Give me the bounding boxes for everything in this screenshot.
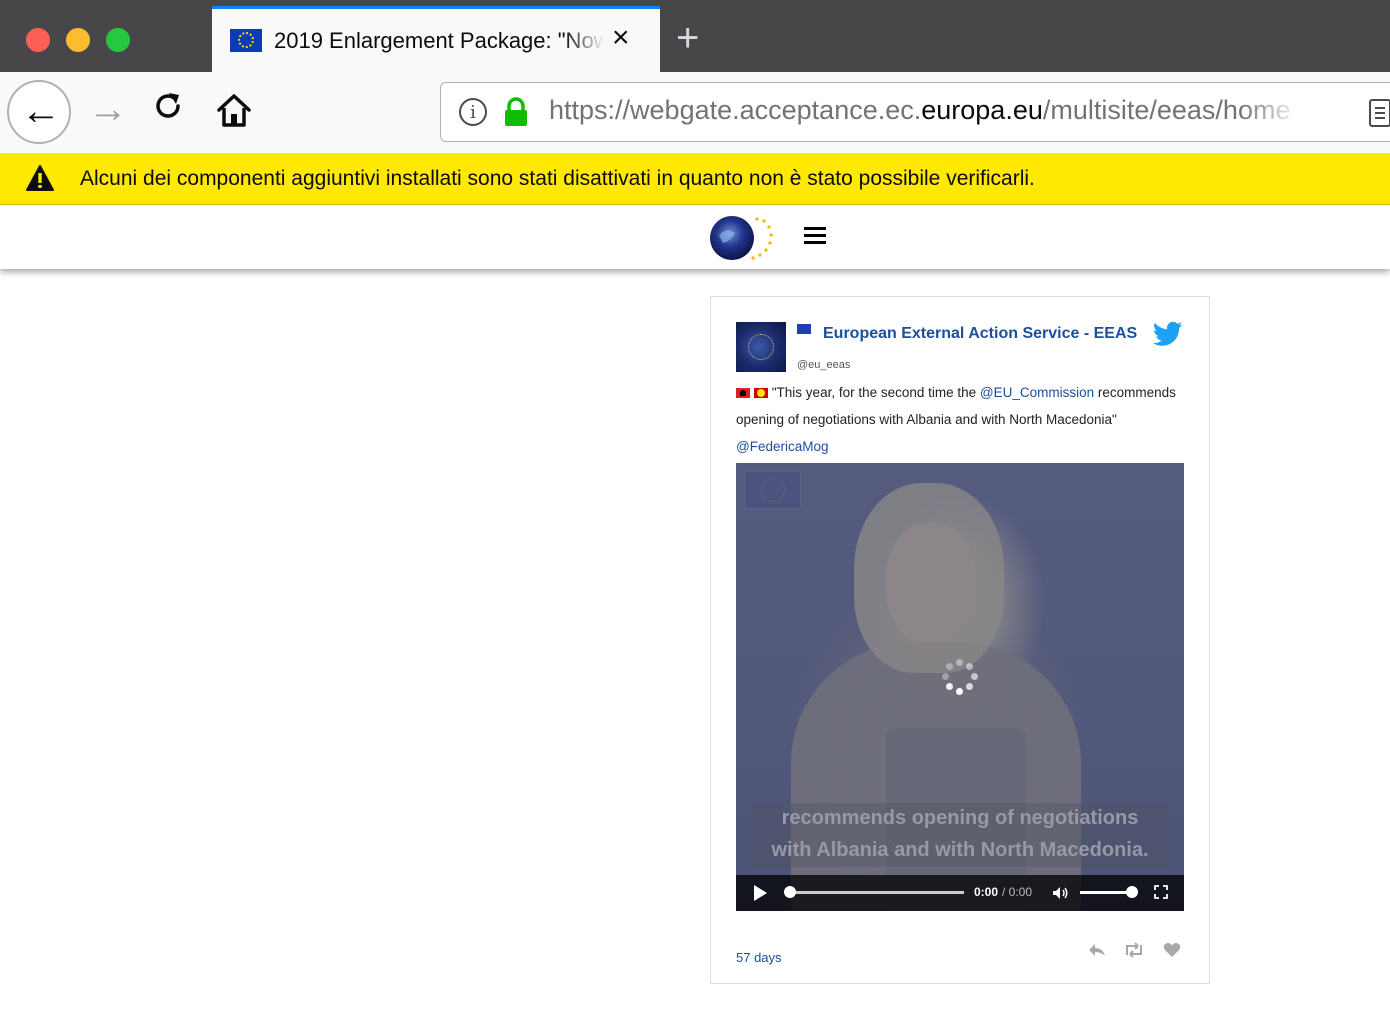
progress-scrubber[interactable] xyxy=(784,886,796,898)
info-icon[interactable]: i xyxy=(459,98,487,126)
loading-spinner-icon xyxy=(942,659,978,695)
video-subtitle-line1: recommends opening of negotiations xyxy=(781,807,1139,829)
tweet-handle[interactable]: @eu_eeas xyxy=(797,359,850,371)
notification-bar: Alcuni dei componenti aggiuntivi install… xyxy=(0,154,1390,205)
navigation-toolbar: ← → i https://webgate.acceptance.ec.euro… xyxy=(0,72,1390,154)
arrow-left-icon: ← xyxy=(21,89,61,133)
reload-button[interactable] xyxy=(150,88,186,129)
home-icon xyxy=(217,94,251,127)
reply-icon[interactable] xyxy=(1087,942,1107,963)
play-icon[interactable] xyxy=(754,885,767,901)
new-tab-button[interactable]: + xyxy=(676,18,699,58)
avatar[interactable] xyxy=(736,322,786,372)
current-time: 0:00 xyxy=(974,885,999,899)
north-macedonia-flag-icon xyxy=(753,388,768,399)
tweet-text-part1: "This year, for the second time the xyxy=(771,385,980,400)
mention-eu-commission-link[interactable]: @EU_Commission xyxy=(980,385,1094,400)
url-bar[interactable]: i https://webgate.acceptance.ec.europa.e… xyxy=(440,82,1390,142)
url-domain: europa.eu xyxy=(921,95,1043,125)
video-controls: 0:00 / 0:00 xyxy=(736,875,1184,911)
minimize-window-button[interactable] xyxy=(66,28,90,52)
zoom-window-button[interactable] xyxy=(106,28,130,52)
url-suffix: /multisite/eeas/home xyxy=(1042,95,1291,125)
mention-federicamog-link[interactable]: @FedericaMog xyxy=(736,439,829,454)
home-button[interactable] xyxy=(214,90,254,135)
notification-message: Alcuni dei componenti aggiuntivi install… xyxy=(80,167,1035,190)
duration: / 0:00 xyxy=(1002,885,1033,899)
tweet-date-link[interactable]: 57 days xyxy=(736,950,782,965)
reader-view-icon[interactable] xyxy=(1369,99,1390,127)
url-prefix: https://webgate.acceptance.ec. xyxy=(549,95,922,125)
volume-icon[interactable] xyxy=(1052,886,1070,900)
tab-close-icon[interactable]: × xyxy=(612,23,630,53)
reload-icon xyxy=(156,93,180,118)
eu-flag-icon xyxy=(797,324,811,334)
albania-flag-icon xyxy=(736,388,750,399)
video-player[interactable]: recommends opening of negotiations with … xyxy=(736,463,1184,911)
tab-title: 2019 Enlargement Package: "Now xyxy=(274,28,604,53)
tweet-text: "This year, for the second time the @EU_… xyxy=(736,379,1176,460)
active-tab[interactable]: 2019 Enlargement Package: "Now × xyxy=(212,6,660,72)
forward-button[interactable]: → xyxy=(88,86,128,132)
eu-flag-favicon-icon xyxy=(230,29,262,52)
volume-track[interactable] xyxy=(1080,891,1132,894)
close-window-button[interactable] xyxy=(26,28,50,52)
video-subtitle-line2: with Albania and with North Macedonia. xyxy=(771,839,1149,861)
progress-track[interactable] xyxy=(790,891,964,894)
tweet-author-name[interactable]: European External Action Service - EEAS xyxy=(823,325,1137,343)
tab-bar: 2019 Enlargement Package: "Now × + xyxy=(0,0,1390,72)
retweet-icon[interactable] xyxy=(1123,942,1145,963)
like-heart-icon[interactable] xyxy=(1163,942,1181,963)
warning-icon xyxy=(26,165,54,191)
url-text[interactable]: https://webgate.acceptance.ec.europa.eu/… xyxy=(549,95,1301,126)
eeas-logo-icon[interactable] xyxy=(709,215,779,261)
lock-icon[interactable] xyxy=(503,97,529,127)
fullscreen-icon[interactable] xyxy=(1154,885,1168,899)
site-header xyxy=(0,205,1390,269)
twitter-bird-icon[interactable] xyxy=(1153,321,1183,347)
back-button[interactable]: ← xyxy=(7,80,71,144)
embedded-tweet: European External Action Service - EEAS … xyxy=(710,296,1210,984)
volume-slider-thumb[interactable] xyxy=(1126,886,1138,898)
hamburger-menu-icon[interactable] xyxy=(804,227,826,245)
